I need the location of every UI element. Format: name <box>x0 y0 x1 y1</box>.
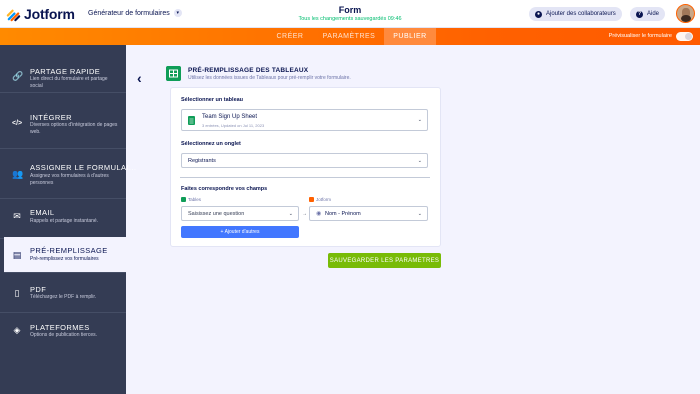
tab-select-value: Registrants <box>188 158 216 164</box>
sidebar-item-desc: Diverses options d'intégration de pages … <box>30 122 118 135</box>
sidebar-item-platforms[interactable]: ◈ PLATEFORMES Options de publication tie… <box>0 313 126 353</box>
arrow-right-icon: → <box>302 211 307 217</box>
sidebar-item-quick-share[interactable]: 🔗 PARTAGE RAPIDE Lien direct du formulai… <box>0 45 126 93</box>
tables-column-label: Tables <box>188 197 202 202</box>
back-arrow-icon[interactable]: ‹ <box>137 70 142 86</box>
publish-sidebar: 🔗 PARTAGE RAPIDE Lien direct du formulai… <box>0 45 136 394</box>
users-icon: 👥 <box>12 169 24 179</box>
pdf-icon: ▯ <box>14 288 20 298</box>
add-more-button[interactable]: + Ajouter d'autres <box>181 226 299 238</box>
tab-publish[interactable]: PUBLIER <box>384 28 436 45</box>
tab-settings[interactable]: PARAMÈTRES <box>318 28 380 45</box>
person-icon: ◉ <box>316 211 322 217</box>
sheets-icon <box>166 66 181 81</box>
help-label: Aide <box>647 11 660 17</box>
match-fields-label: Faites correspondre vos champs <box>181 186 268 192</box>
jotform-icon <box>309 197 314 202</box>
sidebar-item-desc: Rappels et partage instantané. <box>30 218 99 224</box>
top-bar: Jotform Générateur de formulaires ▾ Form… <box>0 0 700 28</box>
help-button[interactable]: ? Aide <box>630 7 666 21</box>
tab-select[interactable]: Registrants ⌄ <box>181 153 428 168</box>
code-icon: </> <box>12 120 23 127</box>
tab-create[interactable]: CRÉER <box>267 28 313 45</box>
sidebar-item-label: EMAIL <box>30 208 55 217</box>
sidebar-item-label: PRÉ-REMPLISSAGE <box>30 246 108 255</box>
field-select[interactable]: ◉ Nom - Prénom ⌄ <box>309 206 428 221</box>
sidebar-item-assign[interactable]: 👥 ASSIGNER LE FORMULAI... Assignez vos f… <box>0 149 136 199</box>
add-collaborators-button[interactable]: ● Ajouter des collaborateurs <box>529 7 622 21</box>
chevron-down-icon: ⌄ <box>417 157 422 164</box>
jotform-column-header: Jotform <box>309 197 331 202</box>
layers-icon: ◈ <box>13 325 21 335</box>
add-collaborators-label: Ajouter des collaborateurs <box>546 11 616 17</box>
question-select-placeholder: Saisissez une question <box>188 211 245 217</box>
question-icon: ? <box>636 10 643 18</box>
main-nav: CRÉER PARAMÈTRES PUBLIER <box>0 28 700 45</box>
envelope-icon: ✉ <box>13 211 21 221</box>
panel-subtitle: Utilisez les données issues de Tableaux … <box>188 75 351 81</box>
sidebar-item-prefill[interactable]: ▤ PRÉ-REMPLISSAGE Pré-remplissez vos for… <box>4 237 126 273</box>
sheet-file-icon <box>188 116 195 125</box>
sidebar-item-label: INTÉGRER <box>30 113 72 122</box>
table-select-label: Sélectionner un tableau <box>181 97 244 103</box>
chevron-down-icon: ▾ <box>173 9 182 17</box>
save-settings-button[interactable]: SAUVEGARDER LES PARAMETRES <box>328 253 441 268</box>
jotform-column-label: Jotform <box>316 197 332 202</box>
question-select[interactable]: Saisissez une question ⌄ <box>181 206 299 221</box>
sidebar-item-label: ASSIGNER LE FORMULAI... <box>30 163 137 172</box>
sidebar-item-email[interactable]: ✉ EMAIL Rappels et partage instantané. <box>0 199 126 239</box>
sidebar-item-desc: Options de publication tierces. <box>30 332 97 338</box>
avatar[interactable] <box>676 4 695 23</box>
prefill-icon: ▤ <box>12 250 22 260</box>
tab-select-label: Sélectionnez un onglet <box>181 141 241 147</box>
jotform-logo[interactable]: Jotform <box>6 6 75 22</box>
brand-name: Jotform <box>24 6 75 22</box>
sidebar-item-label: PLATEFORMES <box>30 323 90 332</box>
builder-label: Générateur de formulaires <box>88 9 170 17</box>
chevron-down-icon: ⌄ <box>417 210 422 217</box>
sidebar-item-desc: Téléchargez le PDF à remplir. <box>30 294 97 300</box>
table-meta: 3 entrées, Updated on Jul 11, 2023 <box>202 123 265 128</box>
sidebar-item-desc: Pré-remplissez vos formulaires <box>30 256 99 262</box>
preview-label: Prévisualiser le formulaire <box>608 33 672 39</box>
divider <box>180 177 430 178</box>
jotform-logo-icon <box>6 9 21 21</box>
link-icon: 🔗 <box>12 71 24 81</box>
sidebar-item-desc: Lien direct du formulaire et partage soc… <box>30 76 108 89</box>
panel-title: PRÉ-REMPLISSAGE DES TABLEAUX <box>188 67 309 74</box>
sidebar-item-label: PDF <box>30 285 47 294</box>
table-select[interactable]: Team Sign Up Sheet 3 entrées, Updated on… <box>181 109 428 131</box>
sidebar-item-label: PARTAGE RAPIDE <box>30 67 101 76</box>
tables-icon <box>181 197 186 202</box>
builder-dropdown[interactable]: Générateur de formulaires ▾ <box>88 9 182 17</box>
table-name: Team Sign Up Sheet <box>202 114 258 120</box>
tables-column-header: Tables <box>181 197 201 202</box>
preview-toggle[interactable] <box>676 32 693 41</box>
sidebar-item-embed[interactable]: </> INTÉGRER Diverses options d'intégrat… <box>0 93 126 149</box>
sidebar-item-desc: Assignez vos formulaires à d'autres pers… <box>30 173 109 186</box>
chevron-down-icon: ⌄ <box>288 210 293 217</box>
field-select-value: Nom - Prénom <box>325 211 361 217</box>
sidebar-item-pdf[interactable]: ▯ PDF Téléchargez le PDF à remplir. <box>0 273 126 313</box>
user-icon: ● <box>535 10 542 18</box>
chevron-down-icon: ⌄ <box>417 117 422 123</box>
